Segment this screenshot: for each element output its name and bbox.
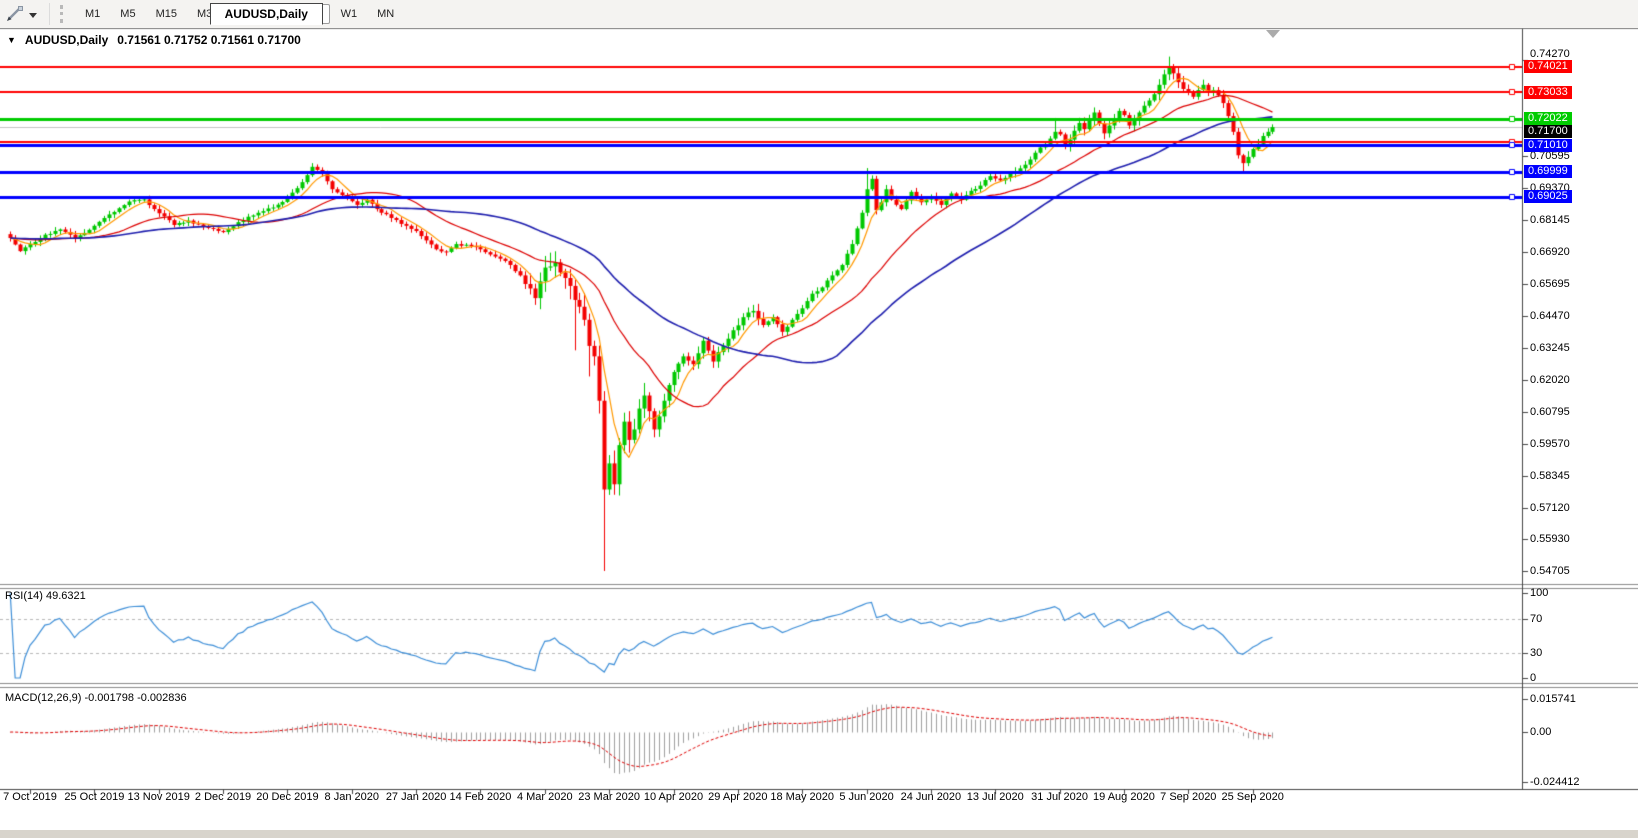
date-tick-label: 10 Apr 2020 [644,791,703,803]
collapse-triangle-icon[interactable]: ▼ [7,35,16,45]
date-tick-label: 19 Aug 2020 [1093,791,1155,803]
price-tick-label: 0.60795 [1530,406,1570,418]
date-tick-label: 27 Jan 2020 [386,791,447,803]
rsi-indicator-label: RSI(14) 49.6321 [5,590,86,602]
chart-canvas[interactable] [0,0,1638,838]
date-tick-label: 8 Jan 2020 [325,791,379,803]
toolbar-grip[interactable] [60,5,67,23]
date-tick-label: 13 Jul 2020 [967,791,1024,803]
price-tick-label: 0.74270 [1530,48,1570,60]
hline-price-tag: 0.69025 [1524,190,1572,203]
date-tick-label: 24 Jun 2020 [901,791,962,803]
pointer-pen-tool-icon[interactable] [5,5,25,23]
macd-indicator-label: MACD(12,26,9) -0.001798 -0.002836 [5,692,187,704]
price-tick-label: 0.64470 [1530,310,1570,322]
hline-price-tag: 0.73033 [1524,86,1572,99]
price-tick-label: 0.57120 [1530,502,1570,514]
status-strip [0,830,1638,838]
price-tick-label: 0.62020 [1530,374,1570,386]
date-tick-label: 4 Mar 2020 [517,791,573,803]
timeframe-button-mn[interactable]: MN [368,4,403,24]
date-tick-label: 18 May 2020 [770,791,834,803]
price-tick-label: 0.65695 [1530,278,1570,290]
price-tick-label: 0.58345 [1530,470,1570,482]
bid-price-tag: 0.71700 [1524,125,1572,138]
rsi-scale-label: 70 [1530,613,1542,625]
rsi-scale-label: 0 [1530,672,1536,684]
price-tick-label: 0.68145 [1530,214,1570,226]
chart-ohlc-values: 0.71561 0.71752 0.71561 0.71700 [117,33,301,47]
date-tick-label: 13 Nov 2019 [127,791,189,803]
chart-title: ▼ AUDUSD,Daily 0.71561 0.71752 0.71561 0… [7,33,301,47]
macd-scale-label: 0.015741 [1530,693,1576,705]
rsi-scale-label: 100 [1530,587,1548,599]
tool-dropdown-caret-icon[interactable] [29,13,37,18]
price-tick-label: 0.70595 [1530,150,1570,162]
date-tick-label: 2 Dec 2019 [195,791,251,803]
date-tick-label: 7 Oct 2019 [3,791,57,803]
hline-price-tag: 0.71010 [1524,139,1572,152]
trading-platform-window: M1M5M15M30H1H4D1W1MN ▼ AUDUSD,Daily 0.71… [0,0,1638,838]
date-tick-label: 14 Feb 2020 [450,791,512,803]
timeframe-button-w1[interactable]: W1 [332,4,367,24]
hline-price-tag: 0.72022 [1524,112,1572,125]
date-tick-label: 20 Dec 2019 [256,791,318,803]
date-tick-label: 5 Jun 2020 [839,791,893,803]
chart-shift-marker-icon[interactable] [1266,30,1280,38]
macd-scale-label: 0.00 [1530,726,1551,738]
timeframe-button-m5[interactable]: M5 [111,4,144,24]
toolbar-divider [49,3,50,25]
date-tick-label: 29 Apr 2020 [708,791,767,803]
price-tick-label: 0.54705 [1530,565,1570,577]
price-tick-label: 0.59570 [1530,438,1570,450]
date-tick-label: 25 Sep 2020 [1221,791,1283,803]
hline-price-tag: 0.69999 [1524,165,1572,178]
date-tick-label: 7 Sep 2020 [1160,791,1216,803]
tab-audusd-daily[interactable]: AUDUSD,Daily [210,3,323,25]
macd-scale-label: -0.024412 [1530,776,1580,788]
chart-symbol-label: AUDUSD,Daily [25,33,108,47]
date-tick-label: 23 Mar 2020 [578,791,640,803]
timeframe-button-m1[interactable]: M1 [76,4,109,24]
timeframe-button-m15[interactable]: M15 [147,4,186,24]
rsi-scale-label: 30 [1530,647,1542,659]
price-tick-label: 0.66920 [1530,246,1570,258]
price-tick-label: 0.55930 [1530,533,1570,545]
hline-price-tag: 0.74021 [1524,60,1572,73]
date-tick-label: 25 Oct 2019 [64,791,124,803]
date-tick-label: 31 Jul 2020 [1031,791,1088,803]
price-tick-label: 0.63245 [1530,342,1570,354]
